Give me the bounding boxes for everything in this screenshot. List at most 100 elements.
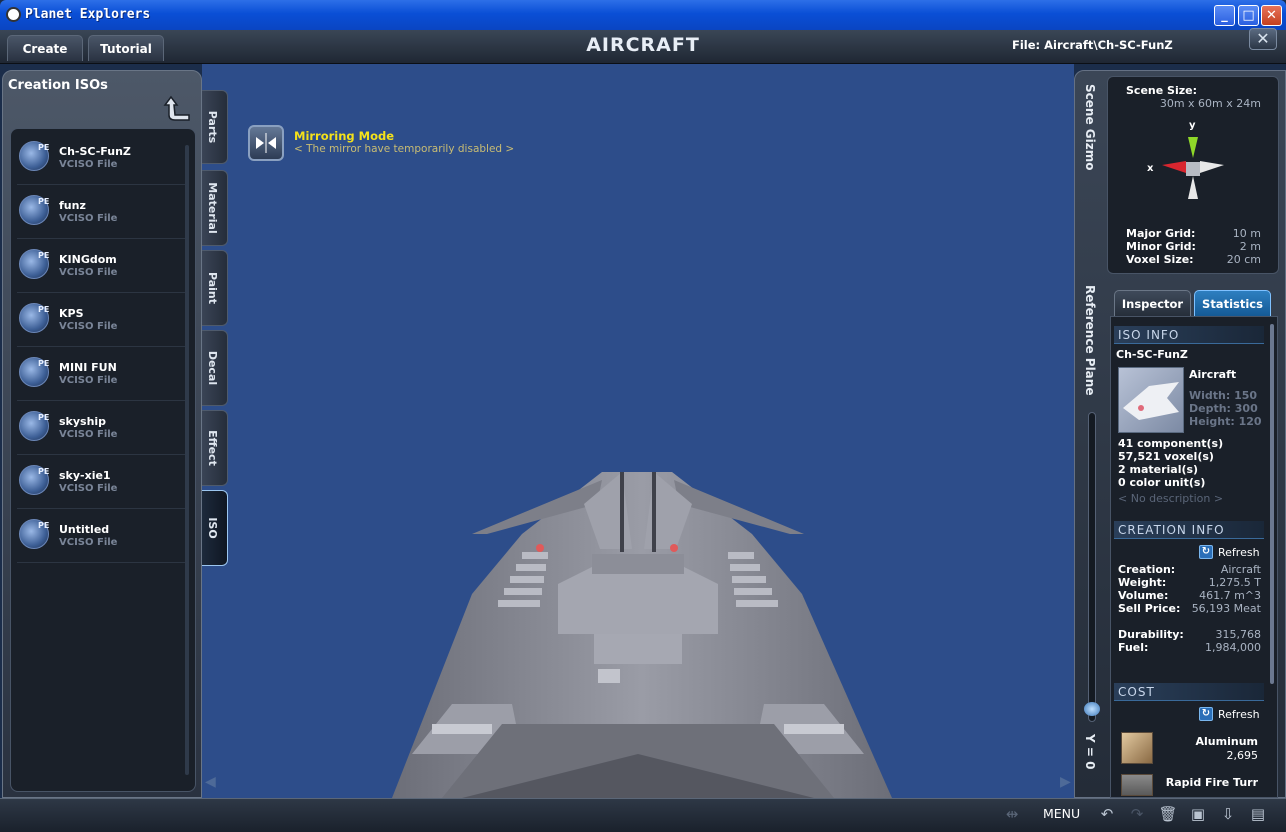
iso-type: VCISO File [59,429,118,440]
redo-icon[interactable]: ↷ [1127,804,1147,824]
fuel-label: Fuel: [1118,641,1149,654]
iso-file-icon: PE [19,141,49,171]
reference-plane-slider[interactable] [1088,412,1096,722]
slider-thumb[interactable] [1084,702,1100,716]
iso-file-icon: PE [19,195,49,225]
tab-create[interactable]: Create [7,35,83,61]
scroll-right-arrow[interactable]: ▶ [1060,774,1071,790]
major-grid-label: Major Grid: [1126,227,1196,240]
iso-type: VCISO File [59,213,118,224]
refresh-icon[interactable]: ↻ [1199,707,1213,721]
menu-button[interactable]: MENU [1043,806,1080,821]
file-path-label: File: Aircraft\Ch-SC-FunZ [1012,38,1173,52]
refresh-button[interactable]: Refresh [1218,546,1260,559]
minor-grid-value: 2 m [1239,240,1261,253]
tab-statistics[interactable]: Statistics [1194,290,1271,316]
statistics-scrollbar[interactable] [1270,324,1274,684]
iso-name: MINI FUN [59,361,117,374]
panel-title: Creation ISOs [8,78,108,93]
color-units-count: 0 color unit(s) [1118,476,1206,489]
title-bar: Planet Explorers _ □ ✕ [0,0,1286,30]
weight-label: Weight: [1118,576,1167,589]
scene-size-label: Scene Size: [1126,84,1197,97]
tab-iso[interactable]: ISO [202,490,228,566]
iso-info-header: ISO INFO [1114,326,1264,344]
3d-viewport[interactable] [202,64,1074,798]
list-item[interactable]: PE KPS VCISO File [17,295,185,347]
page-title: AIRCRAFT [586,34,700,56]
creation-value: Aircraft [1220,563,1261,576]
iso-list[interactable]: PE Ch-SC-FunZ VCISO File PE funz VCISO F… [10,128,196,792]
delete-icon[interactable]: 🗑 [1158,804,1178,824]
iso-file-icon: PE [19,519,49,549]
major-grid-value: 10 m [1232,227,1261,240]
iso-file-icon: PE [19,357,49,387]
sell-price-label: Sell Price: [1118,602,1181,615]
axis-x-label: x [1147,163,1154,174]
iso-category: Aircraft [1189,368,1237,381]
up-arrow-icon [163,95,190,121]
sell-price-value: 56,193 Meat [1191,602,1261,615]
aircraft-thumbnail-image [1123,382,1179,420]
list-item[interactable]: PE Ch-SC-FunZ VCISO File [17,133,185,185]
save-as-icon[interactable]: ▤ [1248,804,1268,824]
mirror-icon [256,133,276,153]
mirroring-mode-title: Mirroring Mode [294,129,395,143]
iso-name: KINGdom [59,253,117,266]
iso-list-scrollbar[interactable] [185,145,189,775]
durability-value: 315,768 [1215,628,1262,641]
volume-value: 461.7 m^3 [1199,589,1261,602]
tab-material[interactable]: Material [202,170,228,246]
save-icon[interactable]: ▣ [1188,804,1208,824]
close-window-button[interactable]: ✕ [1261,5,1282,26]
reference-plane-label: Reference Plane [1083,285,1097,396]
mirroring-mode-status: < The mirror have temporarily disabled > [294,143,515,155]
tab-tutorial[interactable]: Tutorial [88,35,164,61]
iso-file-icon: PE [19,303,49,333]
iso-file-icon: PE [19,249,49,279]
iso-type: VCISO File [59,267,118,278]
tab-parts[interactable]: Parts [202,90,228,164]
up-folder-button[interactable] [163,93,191,123]
iso-type: VCISO File [59,483,118,494]
iso-type: VCISO File [59,537,118,548]
iso-description: < No description > [1118,492,1224,505]
cost-refresh-button[interactable]: Refresh [1218,708,1260,721]
minimize-button[interactable]: _ [1214,5,1235,26]
scene-gizmo-label: Scene Gizmo [1083,84,1097,171]
durability-label: Durability: [1118,628,1184,641]
app-icon [6,7,21,22]
scroll-left-arrow[interactable]: ◀ [205,774,216,790]
iso-thumbnail [1118,367,1184,433]
list-item[interactable]: PE sky-xie1 VCISO File [17,457,185,509]
app-window: Planet Explorers _ □ ✕ Create Tutorial A… [0,0,1286,832]
tab-decal[interactable]: Decal [202,330,228,406]
mirroring-toggle-button[interactable] [248,125,284,161]
list-item[interactable]: PE Untitled VCISO File [17,511,185,563]
refresh-icon[interactable]: ↻ [1199,545,1213,559]
list-item[interactable]: PE KINGdom VCISO File [17,241,185,293]
cost-header: COST [1114,683,1264,701]
list-item[interactable]: PE MINI FUN VCISO File [17,349,185,401]
undo-icon[interactable]: ↶ [1097,804,1117,824]
export-icon[interactable]: ⇩ [1218,804,1238,824]
rapid-fire-turret-icon [1121,774,1153,796]
iso-name: funz [59,199,86,212]
tab-effect[interactable]: Effect [202,410,228,486]
axis-gizmo[interactable] [1150,120,1230,200]
minor-grid-label: Minor Grid: [1126,240,1196,253]
maximize-button[interactable]: □ [1238,5,1259,26]
volume-label: Volume: [1118,589,1169,602]
list-item[interactable]: PE skyship VCISO File [17,403,185,455]
list-item[interactable]: PE funz VCISO File [17,187,185,239]
tab-paint[interactable]: Paint [202,250,228,326]
mirror-toggle-icon[interactable]: ⇹ [1002,804,1022,824]
bottom-toolbar [0,798,1286,832]
creation-label: Creation: [1118,563,1176,576]
tab-inspector[interactable]: Inspector [1114,290,1191,316]
scene-size-value: 30m x 60m x 24m [1159,97,1261,110]
materials-count: 2 material(s) [1118,463,1199,476]
axis-y-label: y [1189,120,1196,131]
close-editor-button[interactable]: ✕ [1249,28,1277,50]
iso-depth: Depth: 300 [1189,402,1258,415]
